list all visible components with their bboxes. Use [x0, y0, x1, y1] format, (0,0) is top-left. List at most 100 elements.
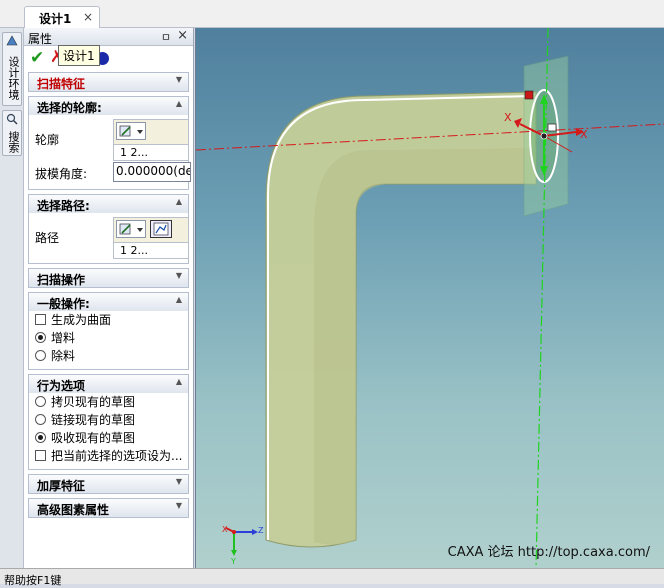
section-sweep-feature: 扫描特征 ▼	[28, 72, 189, 92]
forum-watermark: CAXA 论坛 http://top.caxa.com/	[447, 545, 650, 560]
triad-origin-handle[interactable]	[540, 132, 548, 140]
radio-dot	[35, 350, 46, 361]
add-material-radio[interactable]: 增料	[33, 329, 184, 347]
chevron-down-icon: ▼	[175, 477, 182, 486]
chevron-down-icon: ▼	[175, 271, 182, 280]
radio-dot	[35, 414, 46, 425]
remove-material-radio[interactable]: 除料	[33, 347, 184, 365]
section-title: 扫描操作	[37, 273, 86, 287]
section-header-select-path[interactable]: 选择路径: ▲	[29, 195, 188, 213]
profile-label: 轮廓	[35, 133, 60, 147]
generate-surface-checkbox[interactable]: 生成为曲面	[33, 311, 184, 329]
section-header-select-profile[interactable]: 选择的轮廓: ▲	[29, 97, 188, 115]
section-select-path: 选择路径: ▲ 路径 1 2...	[28, 194, 189, 264]
checkbox-box	[35, 314, 46, 325]
radio-dot	[35, 332, 46, 343]
section-title: 选择路径:	[37, 199, 90, 213]
absorb-sketch-radio[interactable]: 吸收现有的草图	[33, 429, 184, 447]
section-title: 一般操作:	[37, 297, 90, 311]
option-label: 除料	[51, 349, 76, 363]
document-tab-title: 设计1	[39, 12, 72, 26]
section-behavior-options: 行为选项 ▲ 拷贝现有的草图 链接现有的草图 吸收现有的草图 把当前选择的选项设…	[28, 374, 189, 470]
scene-canvas[interactable]: X X X Z Y	[196, 28, 664, 568]
option-label: 把当前选择的选项设为...	[51, 449, 183, 463]
status-bar: 帮助按F1键	[0, 568, 664, 587]
section-advanced-properties: 高级图素属性 ▼	[28, 498, 189, 518]
section-header-advanced-properties[interactable]: 高级图素属性 ▼	[29, 499, 188, 517]
chevron-up-icon: ▲	[175, 295, 182, 304]
triad-lock-icon[interactable]	[547, 123, 557, 132]
tab-search[interactable]: 搜索	[2, 110, 22, 156]
section-thicken-feature: 加厚特征 ▼	[28, 474, 189, 494]
panel-header: 属性 ㅁ ×	[24, 28, 193, 46]
draft-angle-row: 拔模角度: 0.000000(de	[33, 161, 191, 185]
tooltip: 设计1	[58, 45, 100, 66]
section-title: 行为选项	[37, 379, 86, 393]
path-selection-list[interactable]: 1 2...	[114, 242, 188, 258]
option-label: 吸收现有的草图	[51, 431, 136, 445]
side-tab-strip: 设计环境 搜索	[0, 28, 24, 568]
option-label: 生成为曲面	[51, 313, 112, 327]
section-header-sweep-feature[interactable]: 扫描特征 ▼	[29, 73, 188, 91]
section-header-thicken-feature[interactable]: 加厚特征 ▼	[29, 475, 188, 493]
triad-label-x: X	[580, 128, 588, 141]
path-picker: 1 2...	[113, 217, 189, 259]
path-label: 路径	[35, 231, 60, 245]
section-general-operation: 一般操作: ▲ 生成为曲面 增料 除料	[28, 292, 189, 370]
edit-pick-icon	[119, 125, 143, 137]
copy-sketch-radio[interactable]: 拷贝现有的草图	[33, 393, 184, 411]
profile-select-button[interactable]	[116, 122, 146, 140]
section-header-behavior-options[interactable]: 行为选项 ▲	[29, 375, 188, 393]
3d-viewport[interactable]: X X X Z Y CAXA 论坛 http://top.caxa.com/	[195, 28, 664, 568]
checkbox-box	[35, 450, 46, 461]
link-sketch-radio[interactable]: 链接现有的草图	[33, 411, 184, 429]
path-anchor-point[interactable]	[524, 90, 534, 100]
tab-design-environment[interactable]: 设计环境	[2, 32, 22, 106]
radio-dot	[35, 432, 46, 443]
profile-picker: 1 2...	[113, 119, 189, 161]
corner-label-z: Z	[258, 526, 264, 535]
chevron-up-icon: ▲	[175, 99, 182, 108]
corner-label-x: X	[222, 525, 228, 534]
section-title: 扫描特征	[37, 77, 86, 91]
draft-angle-label: 拔模角度:	[35, 167, 88, 181]
set-default-checkbox[interactable]: 把当前选择的选项设为...	[33, 447, 184, 465]
pin-icon[interactable]: ㅁ	[161, 29, 171, 45]
document-tab-bar: 设计1 ×	[0, 0, 664, 28]
panel-title: 属性	[28, 32, 53, 46]
section-header-sweep-operation[interactable]: 扫描操作 ▼	[29, 269, 188, 287]
coordinate-indicator: X Z Y	[222, 525, 264, 566]
corner-label-y: Y	[230, 557, 236, 566]
section-select-profile: 选择的轮廓: ▲ 轮廓 1 2... 拔模角度: 0.000000(de	[28, 96, 191, 190]
profile-row: 轮廓 1 2...	[33, 117, 189, 161]
section-title: 高级图素属性	[37, 503, 110, 517]
triad-label-neg-x: X	[504, 111, 512, 124]
path-select-button[interactable]	[116, 220, 146, 238]
close-panel-icon[interactable]: ×	[177, 28, 188, 43]
section-header-general-operation[interactable]: 一般操作: ▲	[29, 293, 188, 311]
chevron-down-icon: ▼	[175, 501, 182, 510]
chevron-up-icon: ▲	[175, 197, 182, 206]
path-chain-button[interactable]	[150, 220, 172, 238]
panel-toolbar: ✔ ✗ 设计1	[24, 45, 193, 70]
section-title: 选择的轮廓:	[37, 101, 102, 115]
chain-path-icon	[153, 222, 169, 236]
tab-search-label: 搜索	[7, 131, 20, 153]
close-tab-icon[interactable]: ×	[83, 10, 93, 24]
section-sweep-operation: 扫描操作 ▼	[28, 268, 189, 288]
option-label: 拷贝现有的草图	[51, 395, 136, 409]
pipe-side-shade	[314, 148, 536, 545]
section-title: 加厚特征	[37, 479, 86, 493]
ok-checkmark-icon[interactable]: ✔	[30, 48, 44, 68]
draft-angle-input[interactable]: 0.000000(de	[113, 162, 191, 182]
properties-panel: 属性 ㅁ × ✔ ✗ 设计1 扫描特征 ▼ 选择的轮廓: ▲ 轮廓	[24, 28, 194, 568]
search-icon	[6, 113, 18, 125]
chevron-up-icon: ▲	[175, 377, 182, 386]
profile-selection-list[interactable]: 1 2...	[114, 144, 188, 160]
option-label: 增料	[51, 331, 76, 345]
document-tab[interactable]: 设计1 ×	[24, 6, 100, 28]
chevron-down-icon: ▼	[175, 75, 182, 84]
option-label: 链接现有的草图	[51, 413, 136, 427]
design-tree-icon	[6, 35, 18, 46]
radio-dot	[35, 396, 46, 407]
